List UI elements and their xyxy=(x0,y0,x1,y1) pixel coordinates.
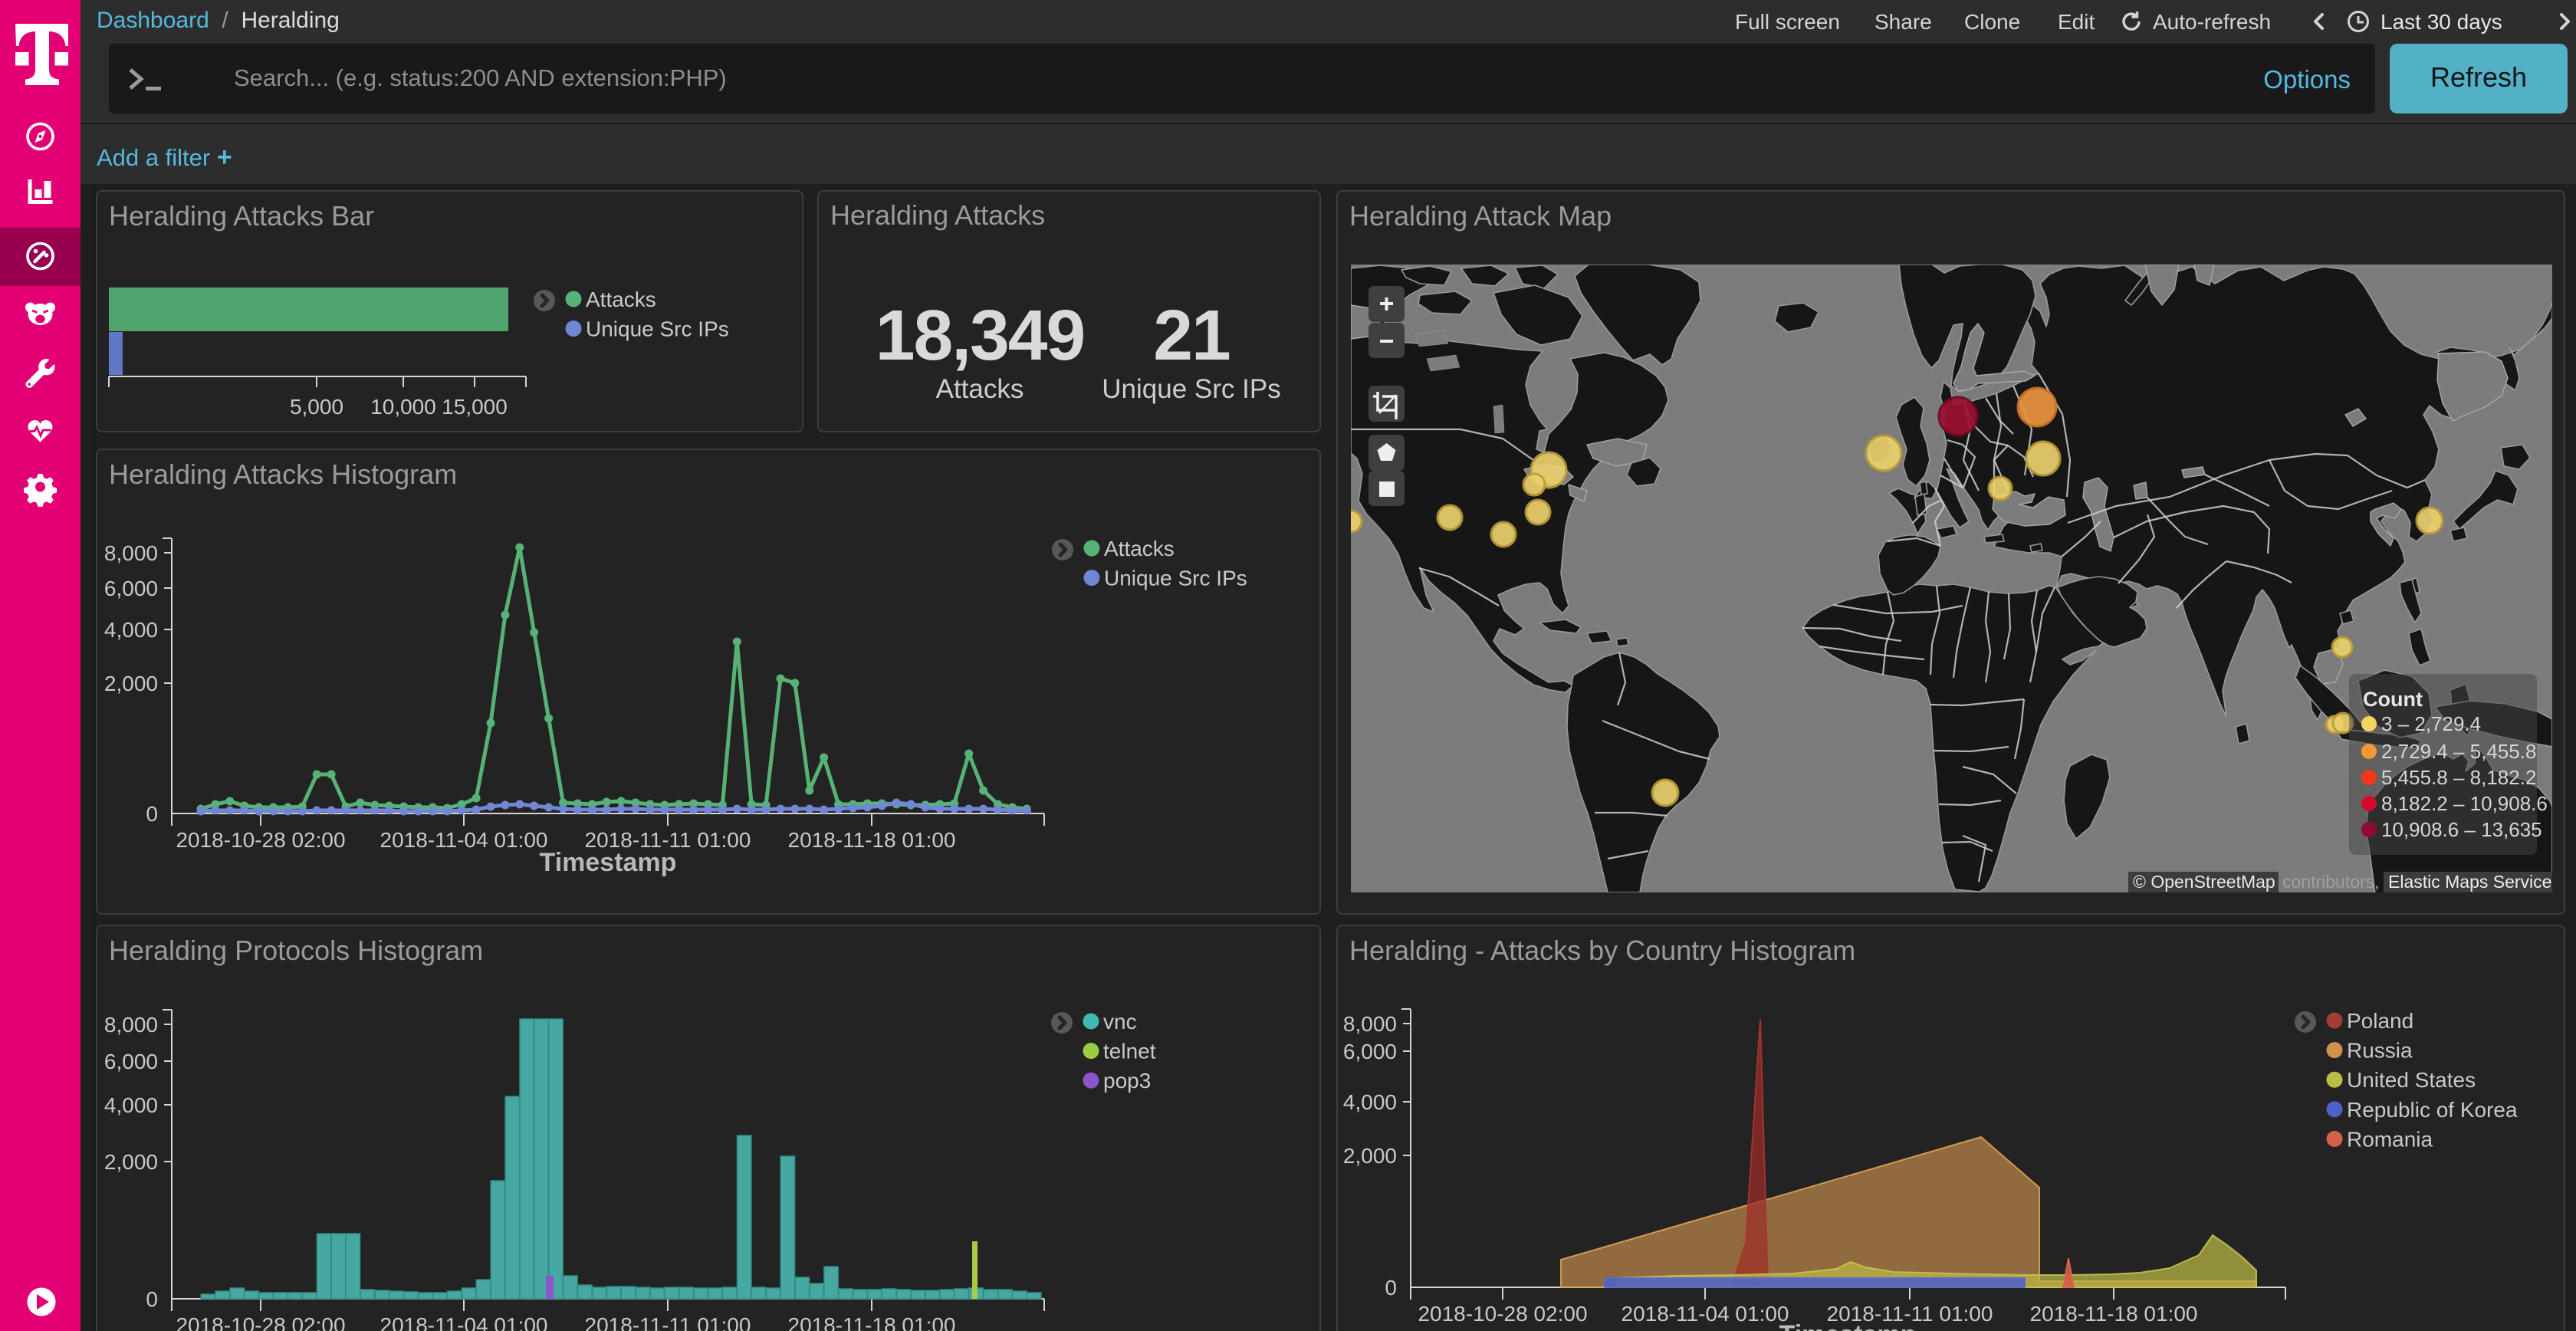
svg-text:Timestamp: Timestamp xyxy=(540,848,677,877)
svg-text:2018-11-04 01:00: 2018-11-04 01:00 xyxy=(1622,1302,1789,1326)
svg-text:contributors,: contributors, xyxy=(2282,872,2380,892)
svg-text:2018-10-28 02:00: 2018-10-28 02:00 xyxy=(176,1313,345,1331)
svg-text:4,000: 4,000 xyxy=(104,618,158,642)
svg-text:10,000: 10,000 xyxy=(370,395,436,419)
svg-text:Russia: Russia xyxy=(2347,1039,2413,1063)
svg-text:15,000: 15,000 xyxy=(442,395,508,419)
svg-text:0: 0 xyxy=(146,802,158,826)
svg-text:Heralding - Attacks by Country: Heralding - Attacks by Country Histogram xyxy=(1349,935,1855,966)
svg-text:10,908.6 – 13,635: 10,908.6 – 13,635 xyxy=(2381,818,2542,841)
svg-text:Heralding Attacks Histogram: Heralding Attacks Histogram xyxy=(109,458,457,490)
svg-text:8,000: 8,000 xyxy=(104,1013,158,1037)
svg-text:0: 0 xyxy=(146,1287,158,1311)
svg-text:2018-11-18 01:00: 2018-11-18 01:00 xyxy=(788,828,956,852)
svg-text:Count: Count xyxy=(2363,688,2423,711)
svg-text:6,000: 6,000 xyxy=(104,1050,158,1073)
svg-text:2018-10-28 02:00: 2018-10-28 02:00 xyxy=(1418,1302,1587,1326)
svg-text:2018-11-18 01:00: 2018-11-18 01:00 xyxy=(2030,1302,2198,1326)
svg-text:Elastic Maps Service: Elastic Maps Service xyxy=(2388,872,2551,892)
svg-text:6,000: 6,000 xyxy=(104,577,158,600)
svg-text:2018-11-18 01:00: 2018-11-18 01:00 xyxy=(788,1313,956,1331)
svg-text:© OpenStreetMap: © OpenStreetMap xyxy=(2133,872,2275,892)
svg-text:2018-11-04 01:00: 2018-11-04 01:00 xyxy=(380,1313,548,1331)
svg-text:8,000: 8,000 xyxy=(104,541,158,565)
svg-text:2018-11-11 01:00: 2018-11-11 01:00 xyxy=(585,1313,751,1331)
svg-text:5,455.8 – 8,182.2: 5,455.8 – 8,182.2 xyxy=(2381,766,2536,789)
svg-text:Unique Src IPs: Unique Src IPs xyxy=(586,317,729,341)
svg-text:United States: United States xyxy=(2347,1068,2476,1092)
svg-text:5,000: 5,000 xyxy=(290,395,343,419)
svg-text:Romania: Romania xyxy=(2347,1127,2433,1151)
svg-text:Attacks: Attacks xyxy=(586,288,656,311)
svg-text:2018-10-28 02:00: 2018-10-28 02:00 xyxy=(176,828,345,852)
svg-text:2,729.4 – 5,455.8: 2,729.4 – 5,455.8 xyxy=(2381,740,2536,763)
svg-text:3 – 2,729.4: 3 – 2,729.4 xyxy=(2381,712,2481,735)
svg-text:4,000: 4,000 xyxy=(104,1093,158,1117)
svg-text:8,182.2 – 10,908.6: 8,182.2 – 10,908.6 xyxy=(2381,792,2548,815)
svg-text:pop3: pop3 xyxy=(1103,1069,1151,1093)
svg-text:2,000: 2,000 xyxy=(104,672,158,695)
svg-text:Republic of Korea: Republic of Korea xyxy=(2347,1098,2518,1122)
svg-text:4,000: 4,000 xyxy=(1343,1090,1397,1114)
svg-text:8,000: 8,000 xyxy=(1343,1012,1397,1036)
svg-text:6,000: 6,000 xyxy=(1343,1040,1397,1063)
svg-text:0: 0 xyxy=(1385,1276,1397,1300)
svg-text:telnet: telnet xyxy=(1103,1040,1156,1063)
svg-text:Poland: Poland xyxy=(2347,1009,2413,1033)
svg-text:2018-11-04 01:00: 2018-11-04 01:00 xyxy=(380,828,548,852)
svg-text:2,000: 2,000 xyxy=(104,1150,158,1174)
svg-text:Heralding Attack Map: Heralding Attack Map xyxy=(1349,200,1612,232)
svg-text:Heralding Attacks Bar: Heralding Attacks Bar xyxy=(109,200,374,232)
svg-text:2,000: 2,000 xyxy=(1343,1144,1397,1168)
svg-text:Attacks: Attacks xyxy=(1104,537,1175,560)
svg-text:Timestamp: Timestamp xyxy=(1779,1320,1917,1331)
svg-text:vnc: vnc xyxy=(1103,1010,1137,1034)
svg-text:Unique Src IPs: Unique Src IPs xyxy=(1104,567,1247,590)
svg-text:Heralding Protocols Histogram: Heralding Protocols Histogram xyxy=(109,935,483,966)
